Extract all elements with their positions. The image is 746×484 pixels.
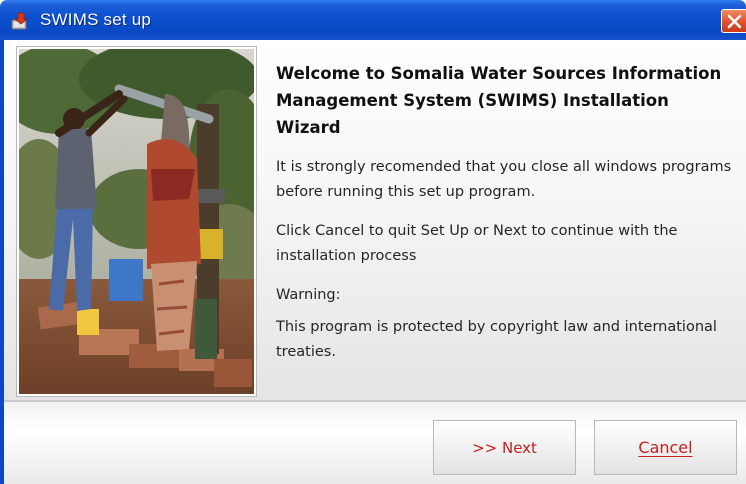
setup-window: SWIMS set up Welcome to Somalia Water So… [0,0,746,484]
instructions-text: Click Cancel to quit Set Up or Next to c… [276,223,678,264]
window-title: SWIMS set up [40,10,152,29]
banner-photo [16,46,257,397]
cancel-button-label: Cancel [638,438,693,457]
wizard-content: Welcome to Somalia Water Sources Informa… [4,40,746,400]
button-bar: >> Next Cancel [4,403,746,484]
cancel-button[interactable]: Cancel [594,420,737,475]
title-bar[interactable]: SWIMS set up [0,0,746,40]
setup-app-icon [10,11,32,31]
next-button[interactable]: >> Next [433,420,576,475]
recommendation-text: It is strongly recomended that you close… [276,159,732,200]
close-icon [727,14,742,29]
wizard-text: Welcome to Somalia Water Sources Informa… [276,60,736,365]
warning-label: Warning: [276,287,341,303]
copyright-notice: This program is protected by copyright l… [276,319,717,360]
welcome-heading: Welcome to Somalia Water Sources Informa… [276,64,722,137]
close-button[interactable] [721,9,746,33]
